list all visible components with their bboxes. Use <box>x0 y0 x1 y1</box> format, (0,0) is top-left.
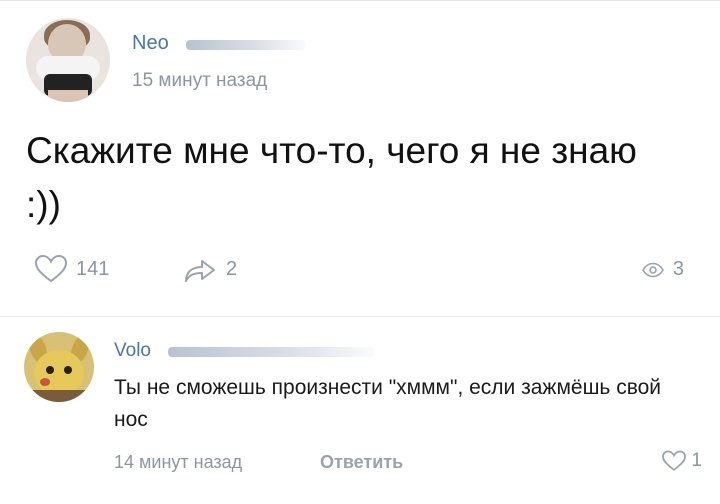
comment-text: Ты не сможешь произнести "хммм", если за… <box>114 376 662 431</box>
heart-icon <box>34 254 68 284</box>
comment-like-count: 1 <box>691 450 702 471</box>
post-author-avatar[interactable] <box>26 18 110 102</box>
post-timestamp[interactable]: 15 минут назад <box>132 70 267 92</box>
post-views: 3 <box>641 258 684 281</box>
post-view-count: 3 <box>672 258 684 280</box>
comment-author-name[interactable]: Volo <box>114 340 151 362</box>
comment-like-button[interactable]: 1 <box>661 450 702 472</box>
comment-timestamp[interactable]: 14 минут назад <box>114 452 242 473</box>
avatar-cap <box>24 390 94 402</box>
avatar-eye <box>64 366 72 374</box>
comment-author-avatar[interactable] <box>24 332 94 402</box>
heart-icon <box>661 450 687 472</box>
post-like-count: 141 <box>76 257 110 280</box>
post-share-button[interactable]: 2 <box>182 254 237 284</box>
avatar-legs <box>48 90 88 102</box>
share-arrow-icon <box>182 254 218 284</box>
eye-icon <box>641 262 665 278</box>
post-author-name[interactable]: Neo <box>132 32 169 55</box>
post-like-button[interactable]: 141 <box>34 254 109 284</box>
post-text: Скажите мне что-то, чего я не знаю :)) <box>26 130 637 225</box>
post-share-count: 2 <box>226 257 238 280</box>
avatar-cheek <box>40 378 50 386</box>
reply-button[interactable]: Ответить <box>320 452 403 473</box>
comment-author-name-redaction <box>168 347 374 357</box>
post-author-name-redaction <box>186 40 306 50</box>
comments-divider <box>0 316 720 317</box>
top-divider <box>0 0 720 1</box>
avatar-eye <box>46 366 54 374</box>
